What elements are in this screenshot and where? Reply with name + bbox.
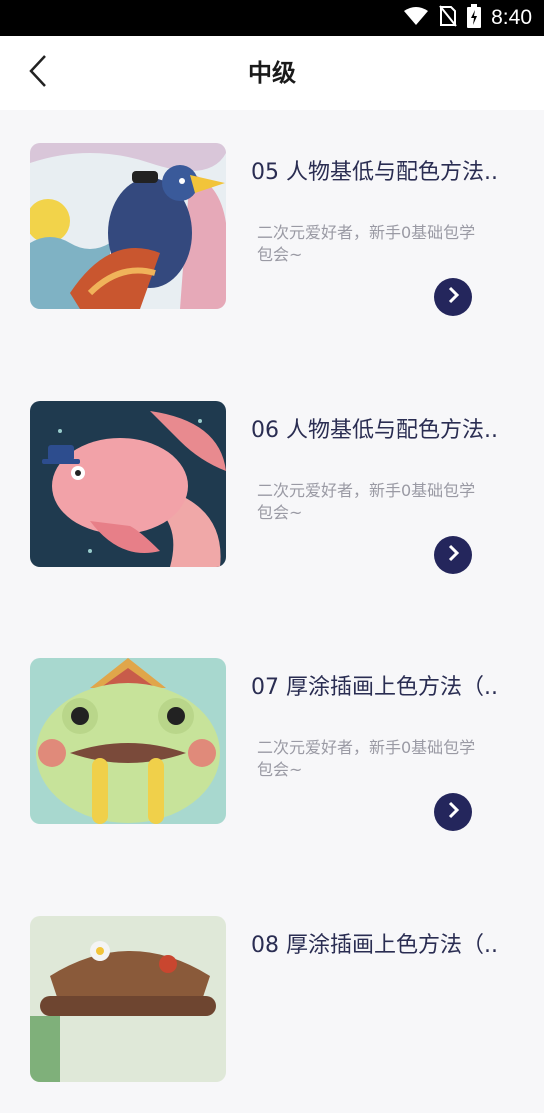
header: 中级 xyxy=(0,36,544,110)
course-thumbnail-hat[interactable] xyxy=(30,916,226,1082)
chevron-right-icon xyxy=(446,286,460,308)
course-title[interactable]: 05 人物基低与配色方法.. xyxy=(251,154,521,186)
course-thumbnail-frog[interactable] xyxy=(30,658,226,824)
no-sim-icon xyxy=(439,5,457,31)
chevron-right-icon xyxy=(446,801,460,823)
course-go-button[interactable] xyxy=(434,793,472,831)
chevron-left-icon xyxy=(28,54,48,92)
page-title: 中级 xyxy=(248,59,296,87)
chevron-right-icon xyxy=(446,544,460,566)
wifi-icon xyxy=(403,6,429,30)
course-title[interactable]: 06 人物基低与配色方法.. xyxy=(251,412,521,444)
course-go-button[interactable] xyxy=(434,536,472,574)
course-go-button[interactable] xyxy=(434,278,472,316)
course-thumbnail-fish[interactable] xyxy=(30,401,226,567)
status-time: 8:40 xyxy=(491,6,532,29)
course-description: 二次元爱好者，新手0基础包学包会~ xyxy=(257,738,476,779)
course-title[interactable]: 07 厚涂插画上色方法（.. xyxy=(251,669,521,701)
course-description: 二次元爱好者，新手0基础包学包会~ xyxy=(257,223,476,264)
battery-charging-icon xyxy=(467,4,482,32)
course-item[interactable]: 07 厚涂插画上色方法（.. 二次元爱好者，新手0基础包学包会~ xyxy=(0,625,544,855)
course-thumbnail-bird[interactable] xyxy=(30,143,226,309)
course-item[interactable]: 08 厚涂插画上色方法（.. xyxy=(0,883,544,1113)
course-item[interactable]: 05 人物基低与配色方法.. 二次元爱好者，新手0基础包学包会~ xyxy=(0,110,544,340)
status-bar: 8:40 xyxy=(0,0,544,36)
course-title[interactable]: 08 厚涂插画上色方法（.. xyxy=(251,927,521,959)
course-description: 二次元爱好者，新手0基础包学包会~ xyxy=(257,481,476,522)
back-button[interactable] xyxy=(18,52,58,94)
course-item[interactable]: 06 人物基低与配色方法.. 二次元爱好者，新手0基础包学包会~ xyxy=(0,368,544,598)
